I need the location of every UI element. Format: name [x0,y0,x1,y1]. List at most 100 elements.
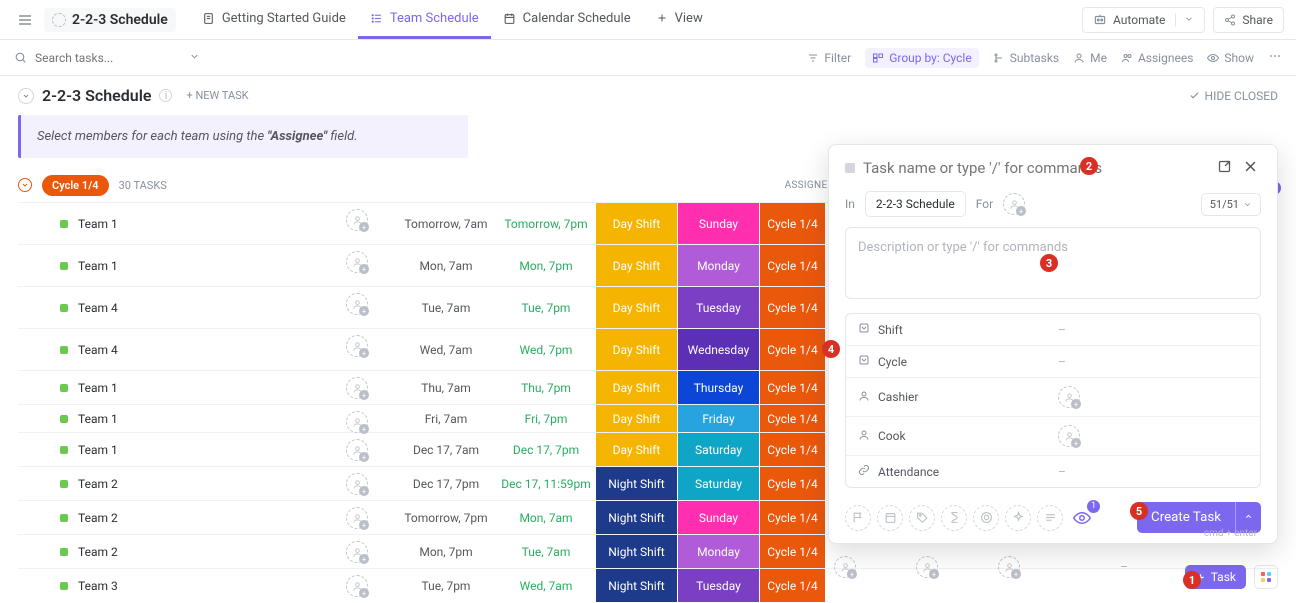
cycle-cell[interactable]: Cycle 1/4 [760,245,826,286]
start-date[interactable]: Thu, 7am [396,371,496,404]
assignee-add[interactable]: + [346,293,368,315]
subtasks-button[interactable]: Subtasks [993,51,1059,65]
day-cell[interactable]: Saturday [678,467,760,500]
start-date[interactable]: Mon, 7am [396,245,496,286]
field-shift[interactable]: Shift– [846,314,1260,346]
day-cell[interactable]: Friday [678,405,760,432]
cycle-cell[interactable]: Cycle 1/4 [760,569,826,602]
hamburger-menu[interactable] [12,7,38,33]
collapse-list-icon[interactable] [18,88,34,104]
start-date[interactable]: Wed, 7am [396,329,496,370]
start-date[interactable]: Tomorrow, 7pm [396,501,496,534]
assignee-add[interactable]: + [346,439,368,461]
day-cell[interactable]: Sunday [678,501,760,534]
date-icon[interactable] [877,505,903,531]
new-task-button[interactable]: + NEW TASK [186,89,248,102]
cycle-cell[interactable]: Cycle 1/4 [760,405,826,432]
collapse-group-icon[interactable] [18,178,32,192]
filter-button[interactable]: Filter [807,51,851,65]
shift-cell[interactable]: Night Shift [596,467,678,500]
expand-icon[interactable] [1217,159,1235,177]
day-cell[interactable]: Thursday [678,371,760,404]
flag-icon[interactable] [845,505,871,531]
day-cell[interactable]: Tuesday [678,287,760,328]
field-cycle[interactable]: Cycle– [846,346,1260,378]
status-square-icon[interactable] [845,163,855,173]
ghost-avatar[interactable]: + [834,556,856,578]
me-button[interactable]: Me [1073,51,1107,65]
cycle-cell[interactable]: Cycle 1/4 [760,433,826,466]
shift-cell[interactable]: Day Shift [596,329,678,370]
cycle-cell[interactable]: Cycle 1/4 [760,329,826,370]
field-avatar[interactable]: + [1058,425,1080,447]
shift-cell[interactable]: Day Shift [596,203,678,244]
breadcrumb[interactable]: 2-2-3 Schedule [44,8,176,32]
due-date[interactable]: Mon, 7am [496,501,596,534]
shift-cell[interactable]: Night Shift [596,535,678,568]
show-button[interactable]: Show [1207,51,1254,65]
ghost-avatar[interactable]: + [916,556,938,578]
field-cook[interactable]: Cook+ [846,417,1260,456]
start-date[interactable]: Mon, 7pm [396,535,496,568]
due-date[interactable]: Fri, 7pm [496,405,596,432]
shift-cell[interactable]: Day Shift [596,245,678,286]
watchers-icon[interactable]: 1 [1069,505,1095,531]
day-cell[interactable]: Tuesday [678,569,760,602]
cycle-cell[interactable]: Cycle 1/4 [760,371,826,404]
shift-cell[interactable]: Night Shift [596,501,678,534]
due-date[interactable]: Tue, 7am [496,535,596,568]
assignee-add[interactable]: + [346,209,368,231]
assignee-add[interactable]: + [346,377,368,399]
close-icon[interactable] [1243,159,1261,177]
view-tab-team-schedule[interactable]: Team Schedule [358,1,491,39]
cycle-cell[interactable]: Cycle 1/4 [760,467,826,500]
ai-icon[interactable] [1005,505,1031,531]
view-tab-calendar-schedule[interactable]: Calendar Schedule [491,1,643,39]
cycle-cell[interactable]: Cycle 1/4 [760,501,826,534]
day-cell[interactable]: Wednesday [678,329,760,370]
field-cashier[interactable]: Cashier+ [846,378,1260,417]
hide-closed-button[interactable]: HIDE CLOSED [1189,89,1278,103]
cycle-cell[interactable]: Cycle 1/4 [760,287,826,328]
sprint-icon[interactable] [973,505,999,531]
due-date[interactable]: Dec 17, 7pm [496,433,596,466]
search-dropdown[interactable] [189,51,200,65]
shift-cell[interactable]: Day Shift [596,405,678,432]
ghost-avatar[interactable]: + [998,556,1020,578]
start-date[interactable]: Fri, 7am [396,405,496,432]
due-date[interactable]: Thu, 7pm [496,371,596,404]
shift-cell[interactable]: Night Shift [596,569,678,602]
start-date[interactable]: Dec 17, 7am [396,433,496,466]
day-cell[interactable]: Monday [678,245,760,286]
share-button[interactable]: Share [1213,7,1284,33]
field-avatar[interactable]: + [1058,386,1080,408]
cycle-cell[interactable]: Cycle 1/4 [760,535,826,568]
field-attendance[interactable]: Attendance– [846,456,1260,487]
due-date[interactable]: Wed, 7am [496,569,596,602]
shift-cell[interactable]: Day Shift [596,287,678,328]
day-cell[interactable]: Sunday [678,203,760,244]
assignee-add[interactable]: + [346,575,368,597]
due-date[interactable]: Tue, 7pm [496,287,596,328]
start-date[interactable]: Dec 17, 7pm [396,467,496,500]
assignee-add[interactable]: + [346,507,368,529]
day-cell[interactable]: Saturday [678,433,760,466]
assignee-add[interactable]: + [346,541,368,563]
start-date[interactable]: Tue, 7pm [396,569,496,602]
info-icon[interactable]: i [159,89,172,102]
shift-cell[interactable]: Day Shift [596,433,678,466]
assignee-add[interactable]: + [346,411,368,433]
start-date[interactable]: Tue, 7am [396,287,496,328]
day-cell[interactable]: Monday [678,535,760,568]
due-date[interactable]: Tomorrow, 7pm [496,203,596,244]
tag-icon[interactable] [909,505,935,531]
time-icon[interactable] [941,505,967,531]
assignee-add[interactable]: + [346,251,368,273]
view-tab-getting-started-guide[interactable]: Getting Started Guide [190,1,358,39]
due-date[interactable]: Wed, 7pm [496,329,596,370]
assignee-add[interactable]: + [1003,193,1025,215]
location-pill[interactable]: 2-2-3 Schedule [865,191,966,217]
assignee-add[interactable]: + [346,473,368,495]
assignee-add[interactable]: + [346,335,368,357]
assignees-button[interactable]: Assignees [1121,51,1193,65]
